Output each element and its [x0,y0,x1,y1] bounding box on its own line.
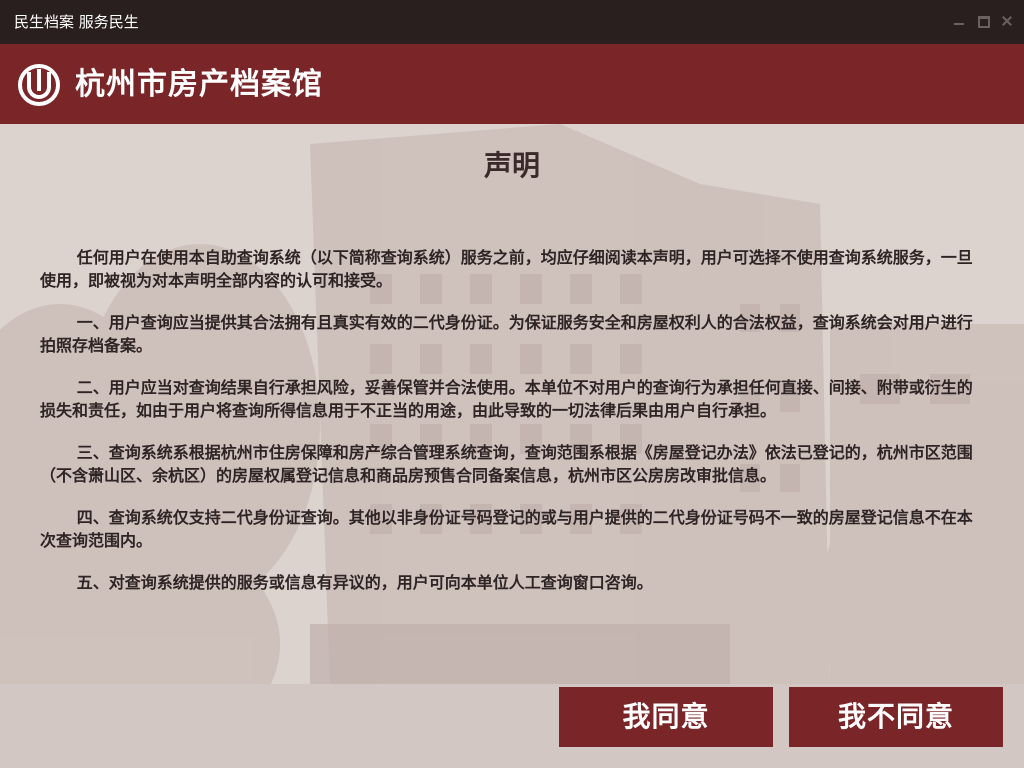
statement-paragraph-5: 五、对查询系统提供的服务或信息有异议的，用户可向本单位人工查询窗口咨询。 [76,573,653,592]
statement-paragraph-4: 四、查询系统仅支持二代身份证查询。其他以非身份证号码登记的或与用户提供的二代身份… [40,508,973,550]
window-title: 民生档案 服务民生 [14,13,139,31]
minimize-icon[interactable] [952,14,966,28]
statement-paragraph-intro: 任何用户在使用本自助查询系统（以下简称查询系统）服务之前，均应仔细阅读本声明，用… [40,248,973,290]
statement-paragraph-1: 一、用户查询应当提供其合法拥有且真实有效的二代身份证。为保证服务安全和房屋权利人… [40,313,973,355]
statement-paragraph-2: 二、用户应当对查询结果自行承担风险，妥善保管并合法使用。本单位不对用户的查询行为… [40,378,973,420]
statement-body: 任何用户在使用本自助查询系统（以下简称查询系统）服务之前，均应仔细阅读本声明，用… [40,246,980,613]
kiosk-window: 民生档案 服务民生 杭州市房产档案馆 声明 任何用户在使用本自助查询系统（以下简… [0,0,1024,768]
close-icon[interactable] [1000,14,1014,28]
window-controls [952,14,1014,30]
agree-button[interactable]: 我同意 [559,687,773,747]
u-arc-logo-icon [18,64,60,106]
disagree-button[interactable]: 我不同意 [789,687,1003,747]
maximize-icon[interactable] [976,14,990,28]
statement-paragraph-3: 三、查询系统系根据杭州市住房保障和房产综合管理系统查询，查询范围系根据《房屋登记… [40,443,973,485]
window-titlebar: 民生档案 服务民生 [0,0,1024,44]
org-name: 杭州市房产档案馆 [75,67,323,102]
page-title: 声明 [483,149,540,182]
app-header: 杭州市房产档案馆 [0,44,1024,124]
